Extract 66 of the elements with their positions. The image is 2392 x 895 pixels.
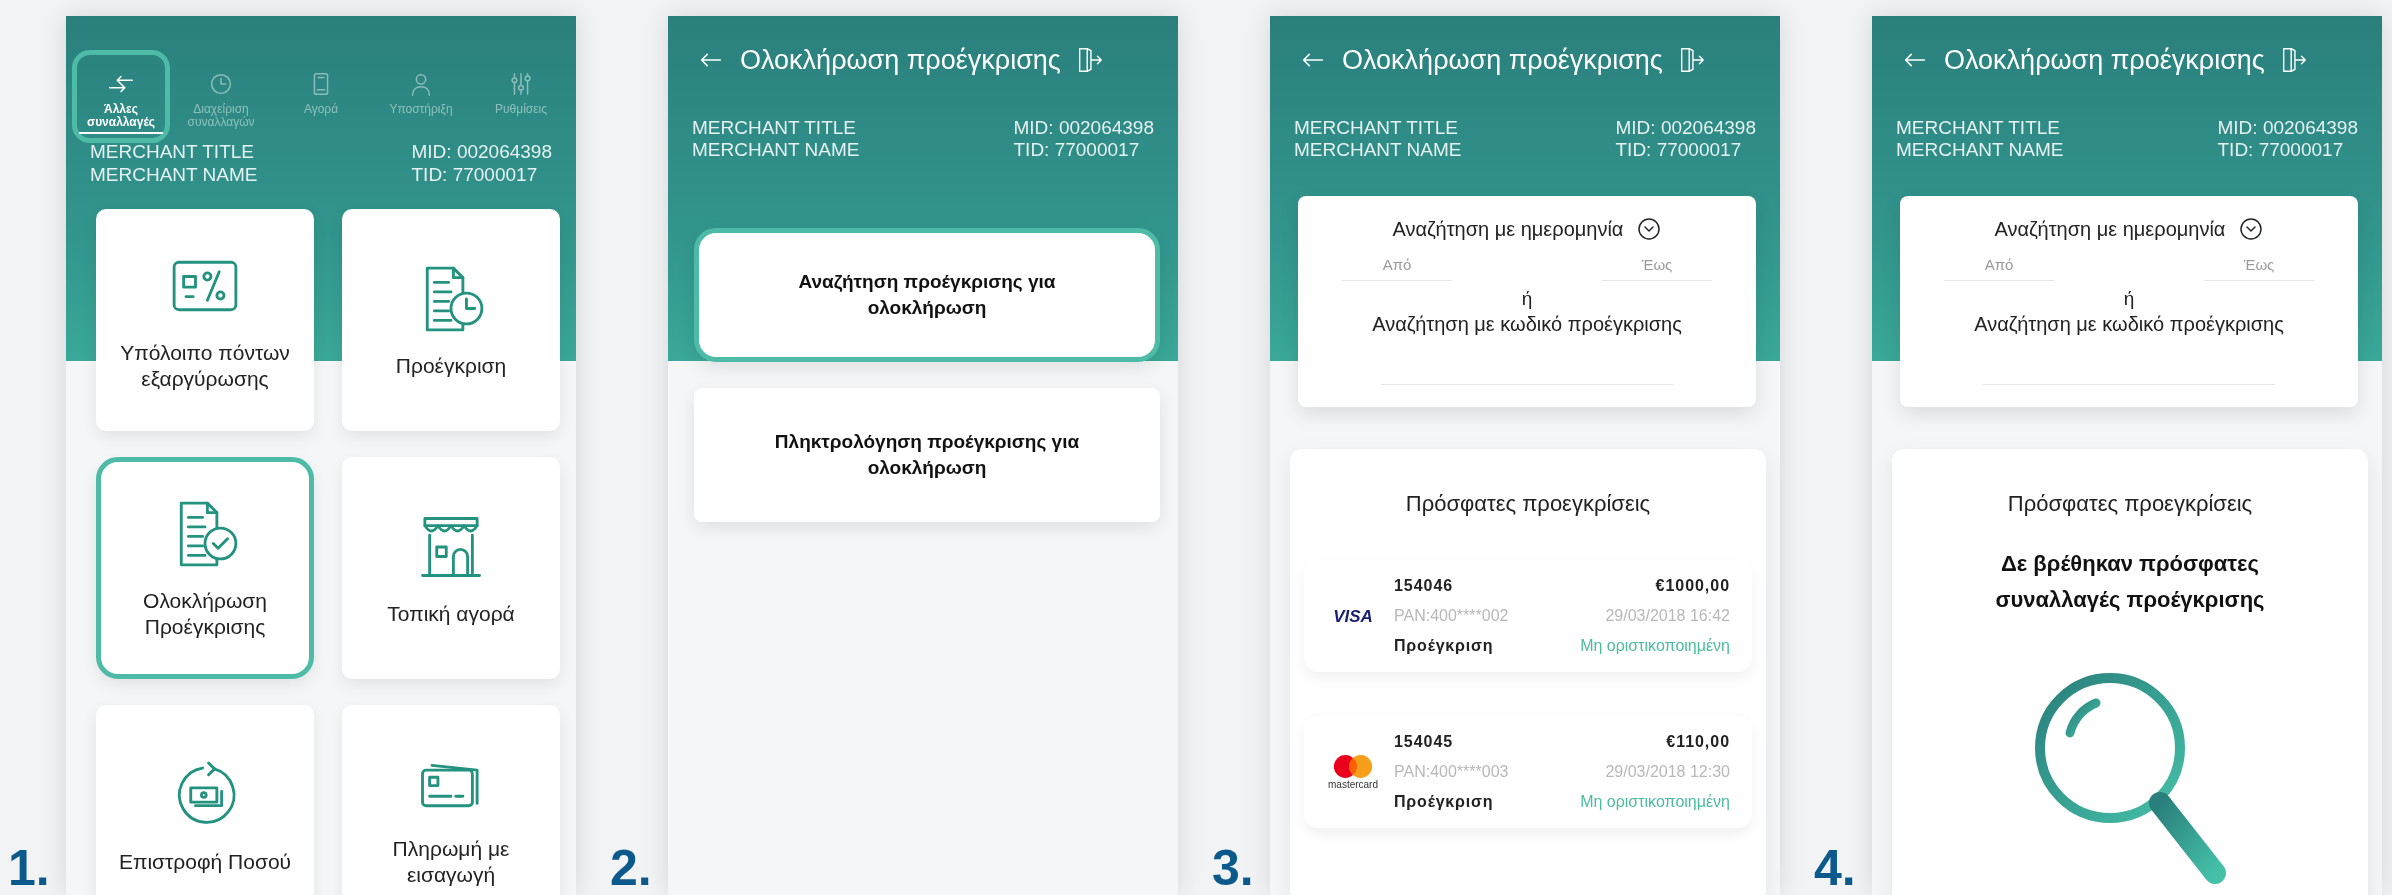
expand-button[interactable] [1637, 217, 1662, 242]
menu-tile[interactable]: Τοπική αγορά [342, 456, 560, 679]
recent-title: Πρόσφατες προεγκρίσεις [2007, 490, 2253, 519]
merchant-name: MERCHANT NAME [1294, 139, 1462, 163]
from-date-field[interactable]: Από [1944, 248, 2054, 281]
approval-code: 154046 [1394, 576, 1454, 597]
merchant-id: MID: 002064398 [1615, 116, 1756, 140]
or-label: ή [1521, 288, 1533, 310]
code-search-label: Αναζήτηση με κωδικό προέγκρισης [1372, 312, 1682, 338]
menu-tile[interactable]: Ολοκλήρωση Προέγκρισης [96, 456, 314, 679]
screen-title: Ολοκλήρωση προέγκρισης [1342, 44, 1663, 77]
nav-tab[interactable]: Άλλες συναλλαγές [72, 50, 170, 144]
terminal-id: TID: 77000017 [411, 164, 539, 187]
to-date-field[interactable]: Έως [1602, 248, 1712, 281]
merchant-id: MID: 002064398 [411, 141, 552, 165]
empty-message: Δε βρέθηκαν πρόσφατες συναλλαγές προέγκρισης [1994, 550, 2266, 614]
terminal-id: TID: 77000017 [1615, 139, 1743, 163]
date-time: 29/03/2018 12:30 [1605, 762, 1730, 783]
to-date-field[interactable]: Έως [2204, 248, 2314, 281]
terminal-id: TID: 77000017 [2217, 139, 2345, 163]
option-button[interactable]: Πληκτρολόγηση προέγκρισης για ολοκλήρωση [694, 388, 1160, 523]
merchant-name: MERCHANT NAME [692, 139, 860, 163]
card-number: PAN:400****003 [1394, 762, 1509, 783]
chevron-down-icon [1637, 217, 1662, 242]
transaction-type: Προέγκριση [1394, 636, 1494, 657]
expand-button[interactable] [2239, 217, 2264, 242]
menu-tile[interactable]: Προέγκριση [342, 208, 560, 431]
from-date-field[interactable]: Από [1342, 248, 1452, 281]
status-text: Μη οριστικοποιημένη [1580, 792, 1730, 813]
amount: €110,00 [1666, 732, 1730, 753]
option-button[interactable]: Αναζήτηση προέγκρισης για ολοκλήρωση [694, 228, 1160, 363]
merchant-title: MERCHANT TITLE [90, 141, 255, 165]
transaction-row[interactable]: VISA 154046 €1000,00 PAN:400****002 29/03/2018 16:42 Προέγκριση Μη οριστικοποιημένη [1304, 560, 1752, 673]
merchant-name: MERCHANT NAME [90, 164, 258, 187]
merchant-id: MID: 002064398 [2217, 116, 2358, 140]
menu-tile[interactable]: Υπόλοιπο πόντων εξαργύρωσης [96, 208, 314, 431]
overlapping-circles-icon [1331, 754, 1375, 780]
approval-code: 154045 [1394, 732, 1454, 753]
transaction-row[interactable]: mastercard 154045 €110,00 PAN:400****003 29/03/2018 12:30 Προέγκριση Μη οριστικοποιημένη [1304, 716, 1752, 829]
date-search-label: Αναζήτηση με ημερομηνία [1994, 217, 2226, 243]
recent-title: Πρόσφατες προεγκρίσεις [1405, 490, 1651, 519]
menu-tile[interactable]: Πληρωμή με εισαγωγή [342, 704, 560, 895]
step-number: 2. [610, 843, 653, 895]
code-search-label: Αναζήτηση με κωδικό προέγκρισης [1974, 312, 2284, 338]
step-number: 1. [8, 843, 51, 895]
card-brand-logo: mastercard [1328, 779, 1378, 791]
status-text: Μη οριστικοποιημένη [1580, 636, 1730, 657]
chevron-down-icon [2239, 217, 2264, 242]
screen-title: Ολοκλήρωση προέγκρισης [1944, 44, 2265, 77]
merchant-title: MERCHANT TITLE [692, 116, 857, 140]
amount: €1000,00 [1655, 576, 1730, 597]
merchant-id: MID: 002064398 [1013, 116, 1154, 140]
date-time: 29/03/2018 16:42 [1605, 606, 1730, 627]
card-number: PAN:400****002 [1394, 606, 1509, 627]
step-number: 3. [1212, 843, 1255, 895]
transaction-type: Προέγκριση [1394, 792, 1494, 813]
merchant-name: MERCHANT NAME [1896, 139, 2064, 163]
or-label: ή [2123, 288, 2135, 310]
merchant-title: MERCHANT TITLE [1896, 116, 2061, 140]
merchant-title: MERCHANT TITLE [1294, 116, 1459, 140]
date-search-label: Αναζήτηση με ημερομηνία [1392, 217, 1624, 243]
step-number: 4. [1814, 843, 1857, 895]
menu-tile[interactable]: Επιστροφή Ποσού [96, 704, 314, 895]
screen-title: Ολοκλήρωση προέγκρισης [740, 44, 1061, 77]
terminal-id: TID: 77000017 [1013, 139, 1141, 163]
card-brand-logo: VISA [1333, 605, 1373, 628]
